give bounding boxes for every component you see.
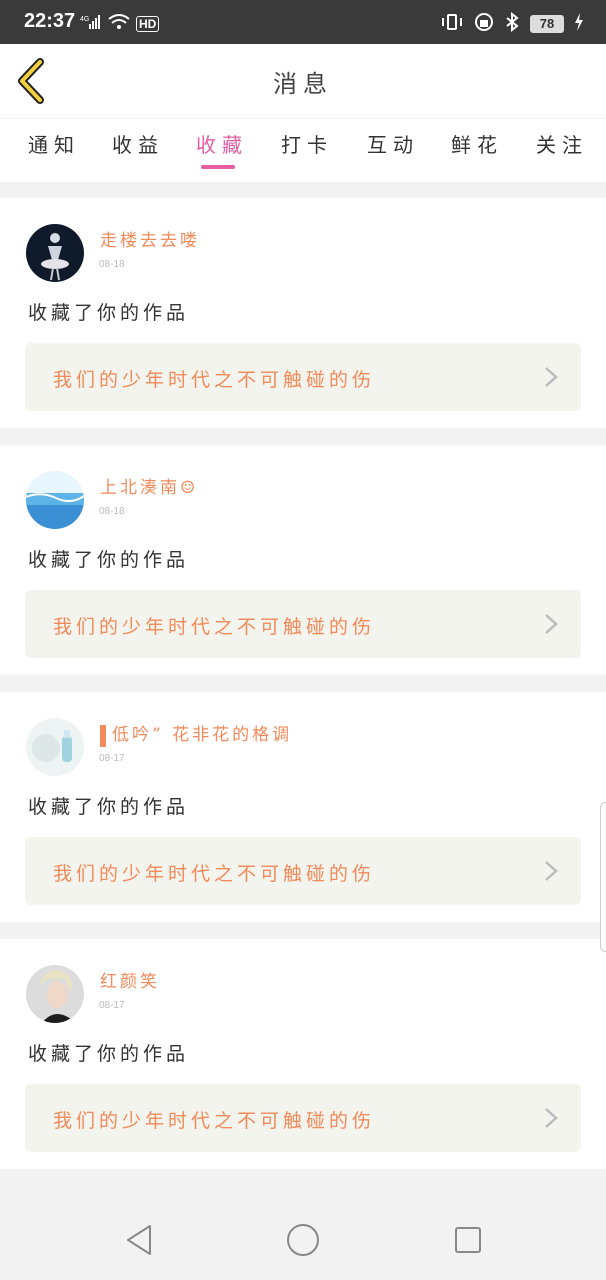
user-name[interactable]: 低吟” 花非花的格调 bbox=[100, 720, 292, 747]
chevron-right-icon bbox=[543, 1106, 559, 1130]
timestamp: 08-17 bbox=[99, 753, 125, 764]
status-bar: 22:37 4G HD 78 bbox=[0, 0, 606, 44]
signal-icon: 4G bbox=[80, 14, 102, 34]
work-title: 我们的少年时代之不可触碰的伤 bbox=[53, 863, 376, 885]
battery-icon: 78 bbox=[530, 15, 564, 33]
work-link[interactable]: 我们的少年时代之不可触碰的伤 bbox=[25, 590, 581, 658]
work-title: 我们的少年时代之不可触碰的伤 bbox=[53, 369, 376, 391]
tab-bar: 通知 收益 收藏 打卡 互动 鲜花 关注 bbox=[0, 118, 606, 182]
avatar[interactable] bbox=[26, 965, 84, 1023]
timestamp: 08-18 bbox=[99, 259, 125, 270]
chevron-right-icon bbox=[543, 859, 559, 883]
hd-badge: HD bbox=[136, 16, 160, 32]
tab-earnings[interactable]: 收益 bbox=[112, 129, 164, 158]
home-circle-icon[interactable] bbox=[285, 1222, 321, 1258]
wifi-icon bbox=[108, 14, 130, 34]
chevron-right-icon bbox=[543, 365, 559, 389]
page-title: 消息 bbox=[273, 70, 333, 98]
user-name[interactable]: 走楼去去喽 bbox=[100, 226, 200, 251]
recents-square-icon[interactable] bbox=[450, 1222, 486, 1258]
charging-icon bbox=[574, 13, 584, 35]
tab-notifications[interactable]: 通知 bbox=[28, 129, 80, 158]
timestamp: 08-18 bbox=[99, 506, 125, 517]
work-link[interactable]: 我们的少年时代之不可触碰的伤 bbox=[25, 1084, 581, 1152]
lock-rotation-icon bbox=[474, 12, 494, 36]
vibrate-icon bbox=[440, 13, 464, 35]
network-label: 4G bbox=[80, 16, 89, 23]
action-text: 收藏了你的作品 bbox=[28, 796, 190, 818]
back-triangle-icon[interactable] bbox=[122, 1222, 158, 1258]
avatar[interactable] bbox=[26, 718, 84, 776]
work-link[interactable]: 我们的少年时代之不可触碰的伤 bbox=[25, 343, 581, 411]
work-link[interactable]: 我们的少年时代之不可触碰的伤 bbox=[25, 837, 581, 905]
action-text: 收藏了你的作品 bbox=[28, 549, 190, 571]
tab-favorites[interactable]: 收藏 bbox=[196, 129, 248, 158]
tab-interaction[interactable]: 互动 bbox=[367, 129, 419, 158]
edge-swipe-handle[interactable] bbox=[600, 802, 606, 952]
tab-follow[interactable]: 关注 bbox=[536, 129, 588, 158]
system-nav-bar bbox=[0, 1198, 606, 1280]
bluetooth-icon bbox=[504, 11, 520, 36]
app-header: 消息 bbox=[0, 44, 606, 118]
list-item: 走楼去去喽 08-18 收藏了你的作品 我们的少年时代之不可触碰的伤 bbox=[0, 198, 606, 428]
list-item: 红颜笑 08-17 收藏了你的作品 我们的少年时代之不可触碰的伤 bbox=[0, 939, 606, 1169]
chevron-right-icon bbox=[543, 612, 559, 636]
list-item: 低吟” 花非花的格调 08-17 收藏了你的作品 我们的少年时代之不可触碰的伤 bbox=[0, 692, 606, 922]
action-text: 收藏了你的作品 bbox=[28, 1043, 190, 1065]
user-name[interactable]: 上北湊南☺ bbox=[100, 473, 198, 498]
list-item: 上北湊南☺ 08-18 收藏了你的作品 我们的少年时代之不可触碰的伤 bbox=[0, 445, 606, 675]
tab-checkin[interactable]: 打卡 bbox=[281, 129, 333, 158]
timestamp: 08-17 bbox=[99, 1000, 125, 1011]
avatar[interactable] bbox=[26, 224, 84, 282]
work-title: 我们的少年时代之不可触碰的伤 bbox=[53, 1110, 376, 1132]
tab-flowers[interactable]: 鲜花 bbox=[451, 129, 503, 158]
status-time: 22:37 bbox=[24, 10, 76, 32]
work-title: 我们的少年时代之不可触碰的伤 bbox=[53, 616, 376, 638]
user-name[interactable]: 红颜笑 bbox=[100, 967, 160, 992]
avatar[interactable] bbox=[26, 471, 84, 529]
action-text: 收藏了你的作品 bbox=[28, 302, 190, 324]
active-tab-indicator bbox=[201, 165, 235, 169]
name-accent-bar bbox=[100, 724, 106, 747]
